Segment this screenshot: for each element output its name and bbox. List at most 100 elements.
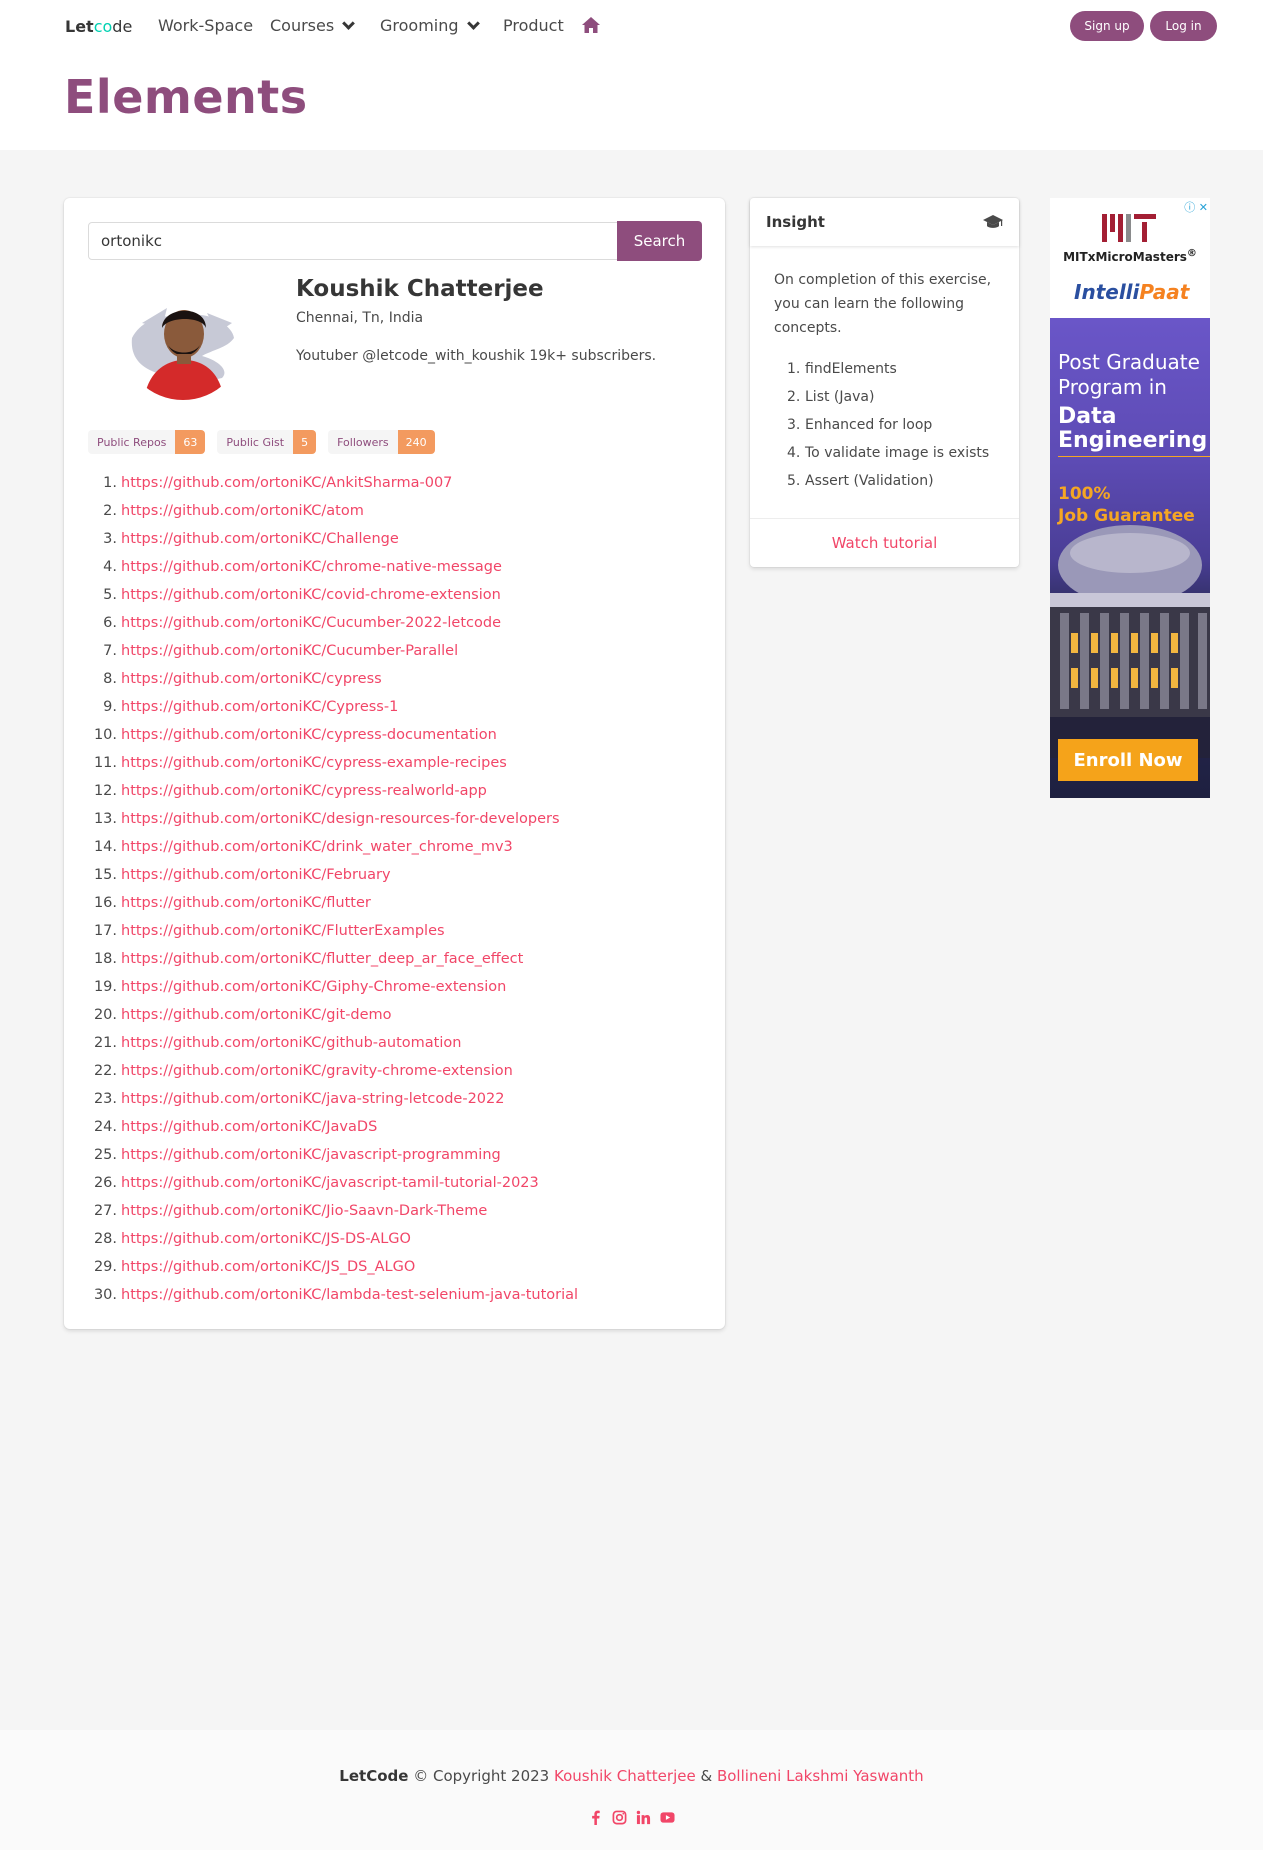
- concept-label: To validate image is exists: [805, 445, 990, 461]
- concept-number: 4.: [787, 445, 801, 461]
- insight-concept-item: 3. Enhanced for loop: [787, 411, 989, 439]
- repo-number: 9.: [103, 699, 117, 715]
- graduation-cap-icon: [983, 215, 1003, 228]
- repo-link[interactable]: https://github.com/ortoniKC/JavaDS: [121, 1119, 377, 1135]
- author-link-2[interactable]: Bollineni Lakshmi Yaswanth: [717, 1767, 924, 1785]
- repo-link[interactable]: https://github.com/ortoniKC/atom: [121, 503, 364, 519]
- insight-concept-item: 4. To validate image is exists: [787, 439, 989, 467]
- home-icon[interactable]: [581, 16, 601, 34]
- repo-number: 26.: [93, 1175, 117, 1191]
- repo-link[interactable]: https://github.com/ortoniKC/gravity-chro…: [121, 1063, 513, 1079]
- repo-link[interactable]: https://github.com/ortoniKC/lambda-test-…: [121, 1287, 578, 1303]
- repo-list-item: 29. https://github.com/ortoniKC/JS_DS_ALG…: [88, 1253, 578, 1281]
- repo-number: 10.: [93, 727, 117, 743]
- repo-list-item: 24. https://github.com/ortoniKC/JavaDS: [88, 1113, 578, 1141]
- intellipaat-logo: IntelliPaat: [1074, 280, 1190, 304]
- repo-list-item: 15. https://github.com/ortoniKC/February: [88, 861, 578, 889]
- repo-list-item: 16. https://github.com/ortoniKC/flutter: [88, 889, 578, 917]
- repo-link[interactable]: https://github.com/ortoniKC/git-demo: [121, 1007, 392, 1023]
- repo-link[interactable]: https://github.com/ortoniKC/cypress-real…: [121, 783, 487, 799]
- enroll-now-button[interactable]: Enroll Now: [1058, 739, 1198, 781]
- repo-link[interactable]: https://github.com/ortoniKC/javascript-p…: [121, 1147, 501, 1163]
- repo-link[interactable]: https://github.com/ortoniKC/drink_water_…: [121, 839, 513, 855]
- ad-guarantee: 100% Job Guarantee: [1058, 484, 1195, 526]
- repo-link[interactable]: https://github.com/ortoniKC/covid-chrome…: [121, 587, 501, 603]
- repo-link[interactable]: https://github.com/ortoniKC/flutter_deep…: [121, 951, 523, 967]
- hero-section: Elements: [0, 52, 1263, 150]
- sign-up-button[interactable]: Sign up: [1070, 11, 1144, 41]
- repo-link[interactable]: https://github.com/ortoniKC/github-autom…: [121, 1035, 461, 1051]
- repo-number: 15.: [93, 867, 117, 883]
- repo-link[interactable]: https://github.com/ortoniKC/java-string-…: [121, 1091, 504, 1107]
- repo-link[interactable]: https://github.com/ortoniKC/FlutterExamp…: [121, 923, 445, 939]
- repo-link[interactable]: https://github.com/ortoniKC/JS-DS-ALGO: [121, 1231, 411, 1247]
- repo-number: 20.: [93, 1007, 117, 1023]
- youtube-icon[interactable]: [660, 1810, 675, 1825]
- repo-list-item: 6. https://github.com/ortoniKC/Cucumber-2…: [88, 609, 578, 637]
- repo-list-item: 19. https://github.com/ortoniKC/Giphy-Chr…: [88, 973, 578, 1001]
- nav-courses[interactable]: Courses: [270, 16, 356, 35]
- search-input[interactable]: ortonikc: [88, 222, 618, 260]
- repo-link[interactable]: https://github.com/ortoniKC/design-resou…: [121, 811, 560, 827]
- repo-link[interactable]: https://github.com/ortoniKC/February: [121, 867, 391, 883]
- repo-list-item: 26. https://github.com/ortoniKC/javascrip…: [88, 1169, 578, 1197]
- repo-list-item: 4. https://github.com/ortoniKC/chrome-nat…: [88, 553, 578, 581]
- repo-link[interactable]: https://github.com/ortoniKC/AnkitSharma-…: [121, 475, 452, 491]
- search-button[interactable]: Search: [617, 221, 702, 261]
- profile-location: Chennai, Tn, India: [296, 310, 424, 326]
- repo-number: 14.: [93, 839, 117, 855]
- repo-link[interactable]: https://github.com/ortoniKC/cypress-exam…: [121, 755, 507, 771]
- repo-number: 19.: [93, 979, 117, 995]
- ad-choices-icon[interactable]: ⓘ ✕: [1184, 199, 1208, 215]
- repo-link[interactable]: https://github.com/ortoniKC/Challenge: [121, 531, 399, 547]
- repo-link[interactable]: https://github.com/ortoniKC/cypress-docu…: [121, 727, 497, 743]
- chevron-down-icon: [342, 16, 356, 30]
- author-link-1[interactable]: Koushik Chatterjee: [554, 1767, 696, 1785]
- repo-list-item: 1. https://github.com/ortoniKC/AnkitSharm…: [88, 469, 578, 497]
- repo-link[interactable]: https://github.com/ortoniKC/javascript-t…: [121, 1175, 539, 1191]
- linkedin-icon[interactable]: [636, 1810, 651, 1825]
- facebook-icon[interactable]: [588, 1810, 603, 1825]
- concept-number: 5.: [787, 473, 801, 489]
- nav-product[interactable]: Product: [503, 16, 564, 35]
- repo-link[interactable]: https://github.com/ortoniKC/JS_DS_ALGO: [121, 1259, 415, 1275]
- profile-name: Koushik Chatterjee: [296, 276, 544, 302]
- repo-link[interactable]: https://github.com/ortoniKC/Giphy-Chrome…: [121, 979, 506, 995]
- repo-list-item: 7. https://github.com/ortoniKC/Cucumber-P…: [88, 637, 578, 665]
- stat-public-repos: Public Repos 63: [88, 430, 206, 454]
- repo-list-item: 13. https://github.com/ortoniKC/design-re…: [88, 805, 578, 833]
- repo-list-item: 25. https://github.com/ortoniKC/javascrip…: [88, 1141, 578, 1169]
- repo-list-item: 12. https://github.com/ortoniKC/cypress-r…: [88, 777, 578, 805]
- repo-link[interactable]: https://github.com/ortoniKC/flutter: [121, 895, 371, 911]
- ad-headline: Post Graduate Program in: [1058, 350, 1200, 399]
- advertisement[interactable]: ⓘ ✕ MITxMicroMasters® IntelliPaat Post G…: [1050, 198, 1210, 798]
- insight-card: Insight On completion of this exercise, …: [750, 198, 1019, 567]
- repo-link[interactable]: https://github.com/ortoniKC/Jio-Saavn-Da…: [121, 1203, 487, 1219]
- repo-link[interactable]: https://github.com/ortoniKC/cypress: [121, 671, 382, 687]
- repo-list-item: 14. https://github.com/ortoniKC/drink_wat…: [88, 833, 578, 861]
- nav-work-space[interactable]: Work-Space: [158, 16, 253, 35]
- repo-number: 3.: [103, 531, 117, 547]
- repo-link[interactable]: https://github.com/ortoniKC/chrome-nativ…: [121, 559, 502, 575]
- repo-list-item: 20. https://github.com/ortoniKC/git-demo: [88, 1001, 578, 1029]
- repo-link[interactable]: https://github.com/ortoniKC/Cucumber-Par…: [121, 643, 458, 659]
- repo-list-item: 22. https://github.com/ortoniKC/gravity-c…: [88, 1057, 578, 1085]
- instagram-icon[interactable]: [612, 1810, 627, 1825]
- repo-number: 11.: [93, 755, 117, 771]
- avatar: [122, 278, 244, 400]
- insight-concept-item: 1. findElements: [787, 355, 989, 383]
- brand-logo[interactable]: Letcode: [65, 17, 132, 36]
- repo-number: 16.: [93, 895, 117, 911]
- stat-public-gist: Public Gist 5: [217, 430, 317, 454]
- footer-copyright: LetCode © Copyright 2023 Koushik Chatter…: [339, 1767, 924, 1785]
- watch-tutorial-link[interactable]: Watch tutorial: [750, 518, 1019, 567]
- repo-link[interactable]: https://github.com/ortoniKC/Cypress-1: [121, 699, 398, 715]
- log-in-button[interactable]: Log in: [1150, 11, 1217, 41]
- repo-number: 17.: [93, 923, 117, 939]
- repo-number: 8.: [103, 671, 117, 687]
- nav-grooming[interactable]: Grooming: [380, 16, 480, 35]
- repo-number: 4.: [103, 559, 117, 575]
- repo-number: 18.: [93, 951, 117, 967]
- ad-headline-bold: Data Engineering: [1058, 405, 1210, 457]
- repo-link[interactable]: https://github.com/ortoniKC/Cucumber-202…: [121, 615, 501, 631]
